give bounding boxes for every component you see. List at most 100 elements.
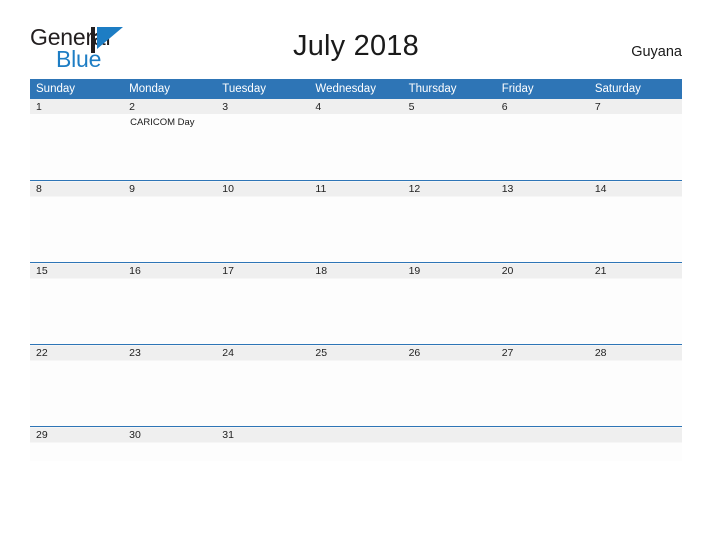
calendar-day-cell[interactable]: 6	[495, 99, 589, 181]
calendar-day-cell[interactable]: 20	[495, 262, 589, 345]
calendar-day-cell[interactable]: 21	[588, 262, 682, 345]
day-events	[496, 196, 589, 199]
calendar-day-cell[interactable]: 30	[123, 426, 217, 461]
day-events	[216, 114, 309, 117]
calendar-day-cell[interactable]: 27	[495, 344, 589, 427]
page-title: July 2018	[293, 30, 419, 62]
day-number: 4	[315, 101, 322, 113]
event-label: CARICOM Day	[130, 117, 195, 128]
calendar-day-cell[interactable]: 16	[123, 262, 217, 345]
day-number: 1	[36, 101, 42, 113]
day-number: 10	[222, 183, 234, 195]
calendar-day-cell[interactable]: 23	[123, 344, 217, 427]
weekday-header-wednesday: Wednesday	[309, 79, 403, 99]
day-number: 2	[129, 101, 135, 113]
calendar-day-cell[interactable]: 4	[309, 99, 403, 181]
calendar-day-cell[interactable]: 3	[216, 99, 310, 181]
calendar-day-cell[interactable]: 13	[495, 180, 589, 263]
weekday-header-sunday: Sunday	[30, 79, 124, 99]
day-number: 26	[408, 347, 421, 359]
weekday-header-friday: Friday	[495, 79, 589, 99]
day-events	[309, 114, 402, 117]
day-events	[589, 360, 682, 363]
day-number: 3	[222, 101, 229, 113]
calendar-day-cell[interactable]: 29	[30, 426, 124, 461]
calendar-day-cell[interactable]: 25	[309, 344, 403, 427]
day-events	[30, 360, 123, 363]
day-number: 18	[315, 265, 328, 277]
day-events: CARICOM Day	[123, 114, 216, 129]
day-number: 24	[222, 347, 234, 359]
day-events	[403, 278, 496, 281]
calendar-day-cell[interactable]: 11	[309, 180, 403, 263]
day-events	[309, 360, 402, 363]
day-events	[309, 278, 402, 281]
calendar-day-cell-empty	[588, 426, 682, 461]
calendar-day-cell[interactable]: 14	[588, 180, 682, 263]
day-events	[30, 196, 123, 199]
month-calendar-grid: Sunday Monday Tuesday Wednesday Thursday…	[30, 79, 682, 461]
day-number: 15	[36, 265, 48, 277]
day-number	[496, 427, 589, 442]
weekday-header-saturday: Saturday	[588, 79, 682, 99]
weekday-header-tuesday: Tuesday	[216, 79, 310, 99]
calendar-week-row: 1 2 CARICOM Day 3 4 5 6 7	[30, 99, 682, 181]
calendar-day-cell-empty	[402, 426, 496, 461]
calendar-day-cell[interactable]: 10	[216, 180, 310, 263]
calendar-week-row: 22 23 24 25 26 27 28	[30, 344, 682, 427]
calendar-day-cell[interactable]: 1	[30, 99, 124, 181]
day-number: 9	[129, 183, 135, 195]
calendar-day-cell[interactable]: 19	[402, 262, 496, 345]
day-events	[496, 278, 589, 281]
day-number: 28	[594, 347, 607, 359]
day-number: 20	[501, 265, 514, 277]
day-events	[30, 114, 123, 117]
day-events	[496, 114, 589, 117]
calendar-day-cell[interactable]: 9	[123, 180, 217, 263]
day-number	[589, 427, 682, 442]
day-events	[403, 360, 496, 363]
calendar-day-cell[interactable]: 15	[30, 262, 124, 345]
day-events	[216, 278, 309, 281]
day-number: 12	[408, 183, 421, 195]
day-events	[216, 196, 309, 199]
day-number	[403, 427, 496, 442]
day-events	[30, 278, 123, 281]
calendar-week-row: 29 30 31	[30, 426, 682, 461]
day-number: 16	[129, 265, 141, 277]
day-number: 29	[36, 429, 48, 441]
weekday-header-thursday: Thursday	[402, 79, 496, 99]
day-events	[123, 196, 216, 199]
calendar-day-cell[interactable]: 18	[309, 262, 403, 345]
day-number: 30	[129, 429, 141, 441]
calendar-day-cell[interactable]: 2 CARICOM Day	[123, 99, 217, 181]
calendar-day-cell[interactable]: 22	[30, 344, 124, 427]
calendar-day-cell-empty	[495, 426, 589, 461]
day-number: 21	[594, 265, 607, 277]
calendar-header-row: Sunday Monday Tuesday Wednesday Thursday…	[30, 79, 682, 99]
calendar-day-cell[interactable]: 7	[588, 99, 682, 181]
day-events	[216, 360, 309, 363]
day-number: 25	[315, 347, 328, 359]
calendar-day-cell[interactable]: 26	[402, 344, 496, 427]
day-events	[589, 196, 682, 199]
calendar-week-row: 15 16 17 18 19 20 21	[30, 262, 682, 345]
calendar-day-cell[interactable]: 28	[588, 344, 682, 427]
calendar-day-cell[interactable]: 5	[402, 99, 496, 181]
day-events	[403, 114, 496, 117]
day-events	[589, 278, 682, 281]
day-number: 17	[222, 265, 234, 277]
day-number: 13	[501, 183, 514, 195]
day-events	[123, 360, 216, 363]
day-events	[403, 196, 496, 199]
page-header: General Blue July 2018 Guyana	[0, 0, 712, 71]
calendar-day-cell[interactable]: 17	[216, 262, 310, 345]
day-number: 19	[408, 265, 421, 277]
day-number: 7	[594, 101, 601, 113]
calendar-day-cell[interactable]: 12	[402, 180, 496, 263]
day-events	[123, 278, 216, 281]
calendar-day-cell[interactable]: 24	[216, 344, 310, 427]
country-label: Guyana	[631, 44, 682, 60]
calendar-day-cell[interactable]: 8	[30, 180, 124, 263]
calendar-day-cell[interactable]: 31	[216, 426, 310, 461]
